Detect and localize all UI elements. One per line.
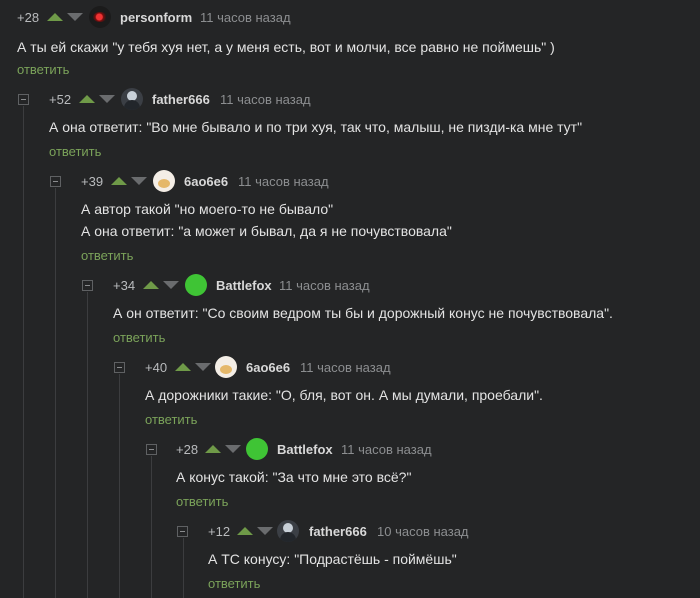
comment-text: А она ответит: "Во мне бывало и по три х… <box>49 116 582 138</box>
comment-rating: +12 <box>208 524 231 539</box>
comment-line: А он ответит: "Со своим ведром ты бы и д… <box>113 305 613 321</box>
downvote-icon[interactable] <box>131 177 147 185</box>
username[interactable]: 6ao6e6 <box>184 174 228 189</box>
upvote-icon[interactable] <box>111 177 127 185</box>
thread-line <box>151 456 152 598</box>
upvote-icon[interactable] <box>79 95 95 103</box>
comment-text: А ты ей скажи "у тебя хуя нет, а у меня … <box>17 36 555 58</box>
upvote-icon[interactable] <box>175 363 191 371</box>
upvote-icon[interactable] <box>205 445 221 453</box>
reply-link[interactable]: ответить <box>208 576 260 591</box>
timestamp[interactable]: 10 часов назад <box>377 524 469 539</box>
collapse-button[interactable] <box>50 176 61 187</box>
comment-rating: +28 <box>17 10 40 25</box>
thread-line <box>87 292 88 598</box>
timestamp[interactable]: 11 часов назад <box>300 360 391 375</box>
comment-text: А автор такой "но моего-то не бывало" А … <box>81 198 452 242</box>
comment-rating: +34 <box>113 278 136 293</box>
avatar[interactable] <box>215 356 237 378</box>
comment-rating: +39 <box>81 174 104 189</box>
downvote-icon[interactable] <box>257 527 273 535</box>
upvote-icon[interactable] <box>47 13 63 21</box>
collapse-button[interactable] <box>18 94 29 105</box>
collapse-button[interactable] <box>114 362 125 373</box>
reply-link[interactable]: ответить <box>49 144 101 159</box>
timestamp[interactable]: 11 часов назад <box>238 174 329 189</box>
thread-line <box>183 538 184 598</box>
upvote-icon[interactable] <box>143 281 159 289</box>
timestamp[interactable]: 11 часов назад <box>279 278 370 293</box>
timestamp[interactable]: 11 часов назад <box>220 92 311 107</box>
comment-rating: +52 <box>49 92 72 107</box>
comment-line: А она ответит: "Во мне бывало и по три х… <box>49 119 583 135</box>
downvote-icon[interactable] <box>67 13 83 21</box>
downvote-icon[interactable] <box>163 281 179 289</box>
thread-line <box>55 188 56 598</box>
reply-link[interactable]: ответить <box>145 412 197 427</box>
collapse-button[interactable] <box>177 526 188 537</box>
username[interactable]: personform <box>120 10 192 25</box>
username[interactable]: Battlefox <box>277 442 333 457</box>
comment-text: А дорожники такие: "О, бля, вот он. А мы… <box>145 384 543 406</box>
comment-line: А ты ей скажи "у тебя хуя нет, а у меня … <box>17 39 555 55</box>
collapse-button[interactable] <box>82 280 93 291</box>
avatar[interactable] <box>185 274 207 296</box>
reply-link[interactable]: ответить <box>81 248 133 263</box>
avatar[interactable] <box>246 438 268 460</box>
comment-rating: +40 <box>145 360 168 375</box>
comment-text: А ТС конусу: "Подрастёшь - поймёшь" <box>208 548 457 570</box>
comment-text: А конус такой: "За что мне это всё?" <box>176 466 411 488</box>
username[interactable]: father666 <box>309 524 367 539</box>
collapse-button[interactable] <box>146 444 157 455</box>
comment-line: А она ответит: "а может и бывал, да я не… <box>81 223 452 239</box>
upvote-icon[interactable] <box>237 527 253 535</box>
thread-line <box>119 374 120 598</box>
comment-line: А автор такой "но моего-то не бывало" <box>81 201 334 217</box>
reply-link[interactable]: ответить <box>17 62 69 77</box>
username[interactable]: Battlefox <box>216 278 272 293</box>
comment-line: А конус такой: "За что мне это всё?" <box>176 469 412 485</box>
downvote-icon[interactable] <box>99 95 115 103</box>
avatar[interactable] <box>89 6 111 28</box>
username[interactable]: 6ao6e6 <box>246 360 290 375</box>
username[interactable]: father666 <box>152 92 210 107</box>
reply-link[interactable]: ответить <box>176 494 228 509</box>
timestamp[interactable]: 11 часов назад <box>200 10 291 25</box>
reply-link[interactable]: ответить <box>113 330 165 345</box>
avatar[interactable] <box>121 88 143 110</box>
comment-text: А он ответит: "Со своим ведром ты бы и д… <box>113 302 613 324</box>
downvote-icon[interactable] <box>225 445 241 453</box>
thread-line <box>23 106 24 598</box>
comment-line: А ТС конусу: "Подрастёшь - поймёшь" <box>208 551 457 567</box>
downvote-icon[interactable] <box>195 363 211 371</box>
comment-rating: +28 <box>176 442 199 457</box>
timestamp[interactable]: 11 часов назад <box>341 442 432 457</box>
comment-line: А дорожники такие: "О, бля, вот он. А мы… <box>145 387 543 403</box>
avatar[interactable] <box>153 170 175 192</box>
avatar[interactable] <box>277 520 299 542</box>
